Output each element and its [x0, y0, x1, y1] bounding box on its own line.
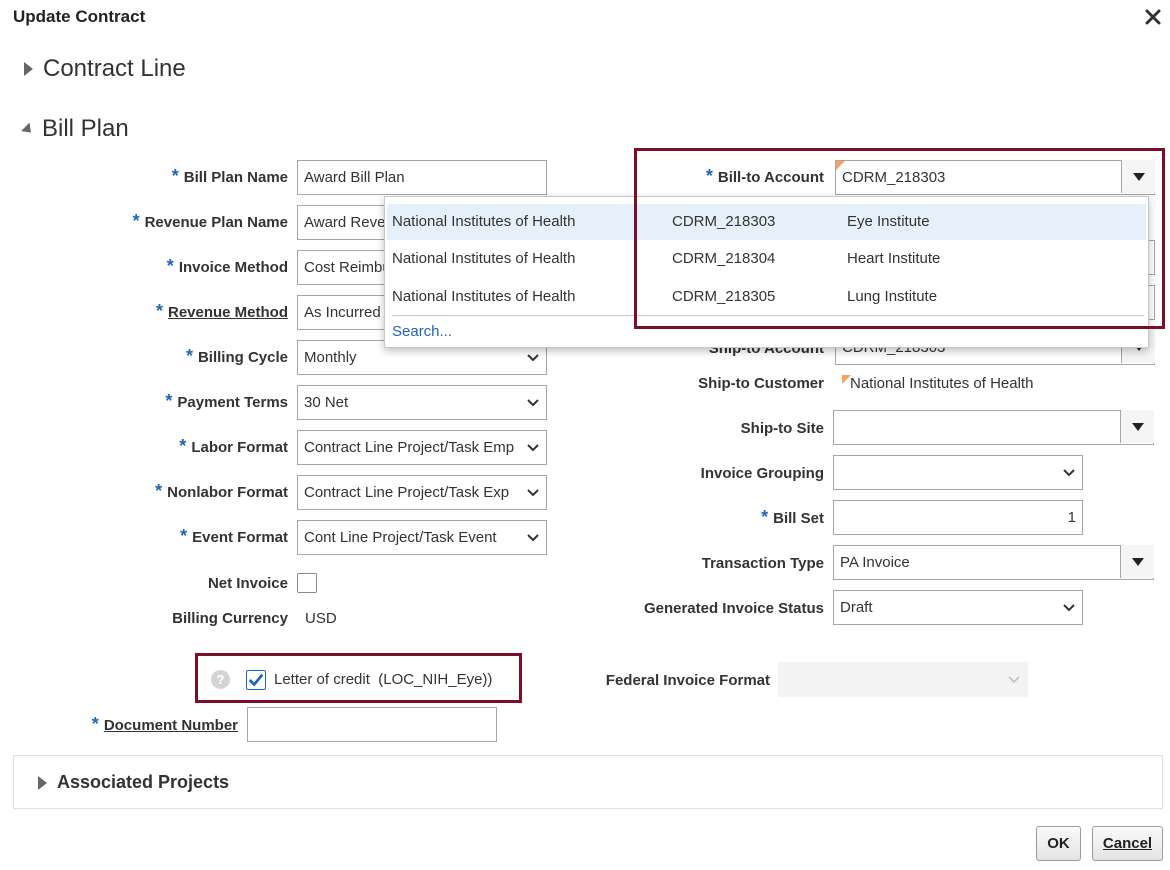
caret-down-icon [1131, 557, 1144, 566]
cancel-button[interactable]: Cancel [1092, 826, 1163, 861]
billing-currency-value: USD [305, 610, 337, 627]
revenue-method-label: * Revenue Method [155, 301, 288, 321]
federal-invoice-format-label: Federal Invoice Format [605, 672, 770, 689]
dropdown-button[interactable] [1120, 410, 1154, 443]
checkmark-icon [248, 673, 264, 687]
select-value: 30 Net [297, 385, 547, 420]
select-value [778, 662, 1028, 697]
option-customer: National Institutes of Health [392, 288, 576, 305]
letter-of-credit-label: Letter of credit (LOC_NIH_Eye)) [274, 671, 493, 688]
revenue-plan-name-input[interactable]: Award Reve [297, 205, 387, 240]
dropdown-button[interactable] [1120, 545, 1154, 578]
chevron-down-icon [1063, 469, 1075, 477]
bill-set-label: * Bill Set [761, 507, 824, 527]
section-title: Contract Line [43, 55, 186, 82]
bill-plan-section-header[interactable]: Bill Plan [20, 115, 129, 143]
letter-of-credit-checkbox[interactable] [246, 670, 266, 690]
bill-set-input[interactable]: 1 [833, 500, 1083, 535]
net-invoice-label: Net Invoice [207, 575, 288, 592]
chevron-down-icon [527, 354, 539, 362]
invoice-method-label: * Invoice Method [166, 256, 288, 276]
contract-line-section-header[interactable]: Contract Line [24, 55, 186, 83]
chevron-down-icon [527, 489, 539, 497]
required-flag-icon [842, 375, 851, 384]
ok-button[interactable]: OK [1036, 826, 1081, 861]
ship-to-site-label: Ship-to Site [740, 420, 824, 437]
labor-format-label: * Labor Format [179, 436, 288, 456]
revenue-method-select[interactable]: As Incurred [297, 295, 387, 330]
billing-cycle-label: * Billing Cycle [185, 346, 288, 366]
chevron-down-icon [527, 399, 539, 407]
nonlabor-format-select[interactable]: Contract Line Project/Task Exp [297, 475, 547, 510]
event-format-select[interactable]: Cont Line Project/Task Event [297, 520, 547, 555]
expand-icon [24, 62, 33, 76]
section-title: Associated Projects [57, 772, 230, 792]
invoice-grouping-select[interactable] [833, 455, 1083, 490]
net-invoice-checkbox[interactable] [297, 573, 317, 593]
bill-plan-name-label: * Bill Plan Name [171, 166, 288, 186]
chevron-down-icon [527, 534, 539, 542]
select-value [833, 455, 1083, 490]
search-link[interactable]: Search... [392, 323, 452, 340]
combobox-value [833, 410, 1154, 445]
ship-to-customer-value: National Institutes of Health [842, 375, 1042, 395]
billing-currency-label: Billing Currency [172, 610, 288, 627]
select-value: Cont Line Project/Task Event [297, 520, 547, 555]
bill-plan-name-input[interactable]: Award Bill Plan [297, 160, 547, 195]
ship-to-customer-label: Ship-to Customer [698, 375, 824, 392]
transaction-type-label: Transaction Type [701, 555, 824, 572]
invoice-grouping-label: Invoice Grouping [700, 465, 824, 482]
expand-icon [38, 775, 47, 790]
help-icon[interactable]: ? [211, 670, 230, 689]
transaction-type-combobox[interactable]: PA Invoice [833, 545, 1154, 580]
combobox-value: PA Invoice [833, 545, 1154, 580]
section-title: Bill Plan [42, 115, 129, 142]
chevron-down-icon [1063, 604, 1075, 612]
document-number-input[interactable] [247, 707, 497, 742]
option-customer: National Institutes of Health [392, 250, 576, 267]
ship-to-site-combobox[interactable] [833, 410, 1154, 445]
close-icon[interactable] [1144, 8, 1162, 26]
labor-format-select[interactable]: Contract Line Project/Task Emp [297, 430, 547, 465]
select-value: Contract Line Project/Task Exp [297, 475, 547, 510]
invoice-method-select[interactable]: Cost Reimbu [297, 250, 387, 285]
chevron-down-icon [1008, 676, 1020, 684]
associated-projects-section-header[interactable]: Associated Projects [38, 772, 229, 793]
bill-to-account-highlight [634, 148, 1165, 329]
federal-invoice-format-select [778, 662, 1028, 697]
payment-terms-label: * Payment Terms [165, 391, 288, 411]
collapse-icon [21, 122, 36, 137]
payment-terms-select[interactable]: 30 Net [297, 385, 547, 420]
nonlabor-format-label: * Nonlabor Format [155, 481, 288, 501]
option-customer: National Institutes of Health [392, 213, 576, 230]
select-value: Contract Line Project/Task Emp [297, 430, 547, 465]
caret-down-icon [1131, 422, 1144, 431]
generated-invoice-status-label: Generated Invoice Status [643, 600, 824, 617]
select-value: Draft [833, 590, 1083, 625]
generated-invoice-status-select[interactable]: Draft [833, 590, 1083, 625]
dialog-title: Update Contract [13, 7, 146, 26]
document-number-label: * Document Number [91, 714, 238, 734]
revenue-plan-name-label: * Revenue Plan Name [132, 211, 288, 231]
chevron-down-icon [527, 444, 539, 452]
event-format-label: * Event Format [180, 526, 288, 546]
